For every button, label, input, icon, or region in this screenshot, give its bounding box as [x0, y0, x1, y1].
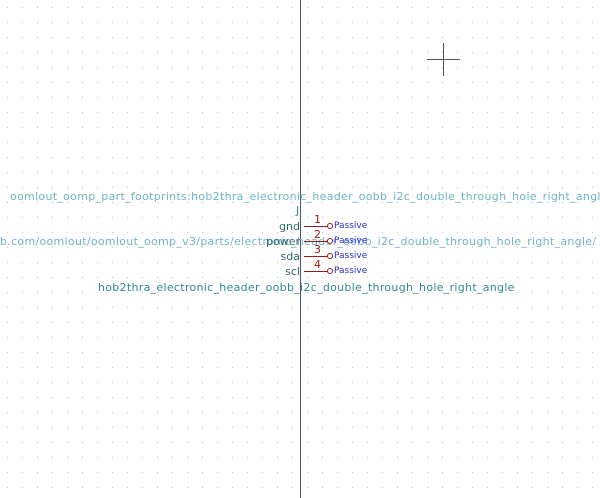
pin-name: gnd: [279, 220, 300, 233]
pin-line: [304, 271, 328, 272]
footprint-field[interactable]: oomlout_oomp_part_footprints:hob2thra_el…: [10, 190, 600, 203]
crosshair-vertical: [443, 43, 444, 76]
pin-connection-point[interactable]: [327, 253, 333, 259]
pin-electrical-type: Passive: [334, 236, 368, 246]
pin-line: [304, 226, 328, 227]
pin-name: scl: [285, 265, 300, 278]
pin-connection-point[interactable]: [327, 268, 333, 274]
pin-connection-point[interactable]: [327, 223, 333, 229]
pin-number: 4: [314, 258, 321, 271]
pin-electrical-type: Passive: [334, 221, 368, 231]
reference-designator[interactable]: J: [296, 204, 300, 217]
pin-connection-point[interactable]: [327, 238, 333, 244]
pin-name: power: [266, 235, 300, 248]
pin-line: [304, 256, 328, 257]
value-field[interactable]: hob2thra_electronic_header_oobb_i2c_doub…: [98, 281, 515, 294]
pin-line: [304, 241, 328, 242]
pin-number: 1: [314, 213, 321, 226]
pin-electrical-type: Passive: [334, 266, 368, 276]
alignment-guide-line: [300, 0, 301, 498]
pin-name: sda: [280, 250, 300, 263]
pin-electrical-type: Passive: [334, 251, 368, 261]
pin-number: 2: [314, 228, 321, 241]
pin-number: 3: [314, 243, 321, 256]
